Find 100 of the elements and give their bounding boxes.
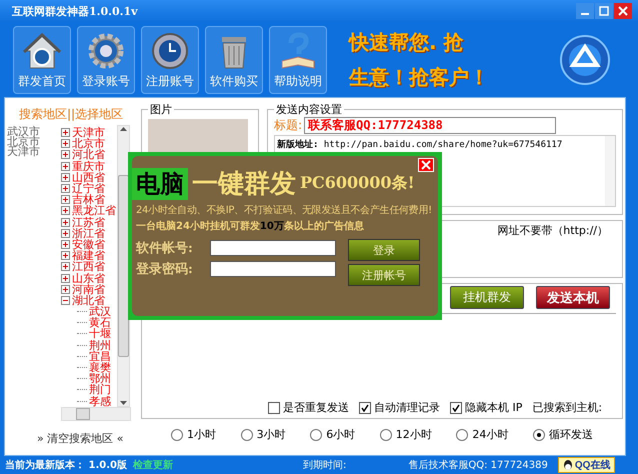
action-button[interactable]: 挂机群发: [450, 286, 524, 309]
expand-icon[interactable]: [61, 274, 70, 283]
popup-button[interactable]: 登录: [348, 239, 420, 261]
tree-item[interactable]: 黄石: [89, 317, 111, 328]
search-status: 已搜索到主机:: [532, 400, 602, 415]
tree-item[interactable]: 宜昌: [89, 350, 111, 362]
minimize-button[interactable]: [576, 3, 594, 19]
expand-icon[interactable]: [61, 228, 70, 238]
radio-label: 12小时: [396, 427, 432, 442]
window-title: 互联网群发神器1.0.0.1v: [12, 4, 138, 18]
selected-region: 武汉市: [7, 127, 41, 137]
checkbox[interactable]: [450, 402, 462, 414]
toolbar-button[interactable]: 软件购买: [205, 26, 263, 94]
toolbar-button[interactable]: 注册账号: [141, 26, 199, 94]
toolbar-button[interactable]: 帮助说明: [269, 26, 327, 94]
action-button[interactable]: 发送本机: [536, 286, 610, 309]
input-field[interactable]: [210, 240, 336, 256]
close-icon: [421, 160, 431, 170]
radio-button[interactable]: [171, 428, 183, 440]
popup-button[interactable]: 注册帐号: [348, 264, 420, 286]
clear-regions-link[interactable]: » 清空搜索地区 «: [7, 421, 133, 446]
tree-item[interactable]: 河南省: [72, 284, 105, 295]
tree-item[interactable]: 河北省: [72, 149, 105, 160]
radio-label: 1小时: [187, 427, 216, 442]
toolbar-button[interactable]: 登录账号: [77, 26, 135, 94]
tree-item[interactable]: 辽宁省: [72, 183, 105, 194]
tree-item[interactable]: 孝感: [89, 396, 111, 407]
gear-icon: [86, 30, 126, 70]
house-icon: [22, 30, 62, 70]
checkbox[interactable]: [268, 402, 280, 414]
tree-item[interactable]: 黑龙江省: [72, 205, 116, 216]
input-field[interactable]: [210, 261, 336, 277]
radio-button[interactable]: [310, 428, 322, 440]
tree-item[interactable]: 湖北省: [72, 294, 105, 306]
down-arrow-icon[interactable]: [120, 401, 127, 406]
url-hint: 网址不要带（http://）: [497, 223, 609, 239]
expand-icon[interactable]: [61, 284, 70, 294]
checkbox-label: 是否重复发送: [283, 400, 349, 415]
expand-icon[interactable]: [61, 162, 70, 171]
close-button[interactable]: [614, 3, 632, 19]
expand-icon[interactable]: [61, 128, 70, 138]
collapse-icon[interactable]: [61, 296, 70, 305]
expand-icon[interactable]: [61, 262, 70, 272]
radio-label: 3小时: [256, 427, 286, 442]
selected-region: 北京市: [7, 137, 41, 147]
tree-item[interactable]: 襄樊: [89, 362, 111, 374]
radio-label: 24小时: [472, 427, 508, 442]
tree-item[interactable]: 北京市: [72, 138, 105, 150]
radio-button[interactable]: [456, 428, 468, 440]
maximize-button[interactable]: [595, 3, 613, 19]
radio-button[interactable]: [380, 428, 392, 440]
slogan-text: 快速帮您. 抢: [349, 28, 465, 56]
expand-icon[interactable]: [61, 139, 70, 148]
radio-button[interactable]: [532, 428, 545, 440]
tree-item[interactable]: 天津市: [72, 127, 105, 138]
clock-icon: [150, 30, 190, 70]
close-button[interactable]: [418, 158, 434, 172]
tree-item[interactable]: 江西省: [72, 261, 105, 272]
toolbar-button[interactable]: 群发首页: [13, 26, 71, 94]
tree-item[interactable]: 荆门: [89, 384, 111, 396]
checkbox[interactable]: [359, 402, 371, 414]
region-header: 搜索地区||选择地区: [18, 106, 124, 123]
subject-field[interactable]: 联系客服QQ:177724388: [304, 117, 556, 134]
expand-icon[interactable]: [61, 150, 70, 160]
qq-online-button[interactable]: QQ在线: [558, 457, 616, 473]
field-label: 登录密码:: [136, 260, 194, 278]
tree-item[interactable]: 安徽省: [72, 238, 105, 250]
selected-region: 天津市: [7, 147, 41, 157]
tree-item[interactable]: 江苏省: [72, 216, 105, 228]
tree-item[interactable]: 重庆市: [72, 160, 105, 172]
checkbox-label: 自动清理记录: [374, 400, 440, 415]
up-arrow-icon[interactable]: [120, 126, 127, 131]
field-label: 软件帐号:: [136, 240, 194, 257]
tree-item[interactable]: 山西省: [72, 172, 105, 183]
check-icon: [361, 404, 369, 412]
minimize-icon: [581, 13, 589, 15]
tree-item[interactable]: 武汉: [89, 306, 111, 318]
tree-item[interactable]: 荆州: [89, 340, 111, 351]
subject-label: 标题:: [274, 117, 302, 134]
expand-icon[interactable]: [61, 206, 70, 216]
radio-button[interactable]: [240, 428, 253, 440]
expand-icon[interactable]: [61, 240, 70, 249]
popup-note: 一台电脑24小时挂机可群发10万条以上的广告信息: [135, 219, 365, 233]
tree-item[interactable]: 鄂州: [89, 373, 111, 384]
expand-icon[interactable]: [61, 184, 70, 194]
tree-item[interactable]: 福建省: [72, 250, 105, 262]
tree-item[interactable]: 山东省: [72, 272, 105, 284]
expand-icon[interactable]: [61, 251, 70, 260]
update-link[interactable]: 检查更新: [132, 458, 173, 472]
popup-count: PC600000条!: [300, 173, 415, 194]
expand-icon[interactable]: [61, 218, 70, 227]
tree-item[interactable]: 十堰: [89, 328, 111, 340]
tree-item[interactable]: 浙江省: [72, 228, 105, 239]
expand-icon[interactable]: [61, 172, 70, 182]
horizontal-scrollbar[interactable]: [61, 407, 131, 421]
check-icon: [452, 404, 460, 412]
tree-item[interactable]: 吉林省: [72, 194, 105, 206]
expand-icon[interactable]: [61, 195, 70, 204]
vertical-scrollbar[interactable]: [117, 125, 130, 407]
version-text: 当前为最新版本： 1.0.0版: [5, 458, 127, 472]
